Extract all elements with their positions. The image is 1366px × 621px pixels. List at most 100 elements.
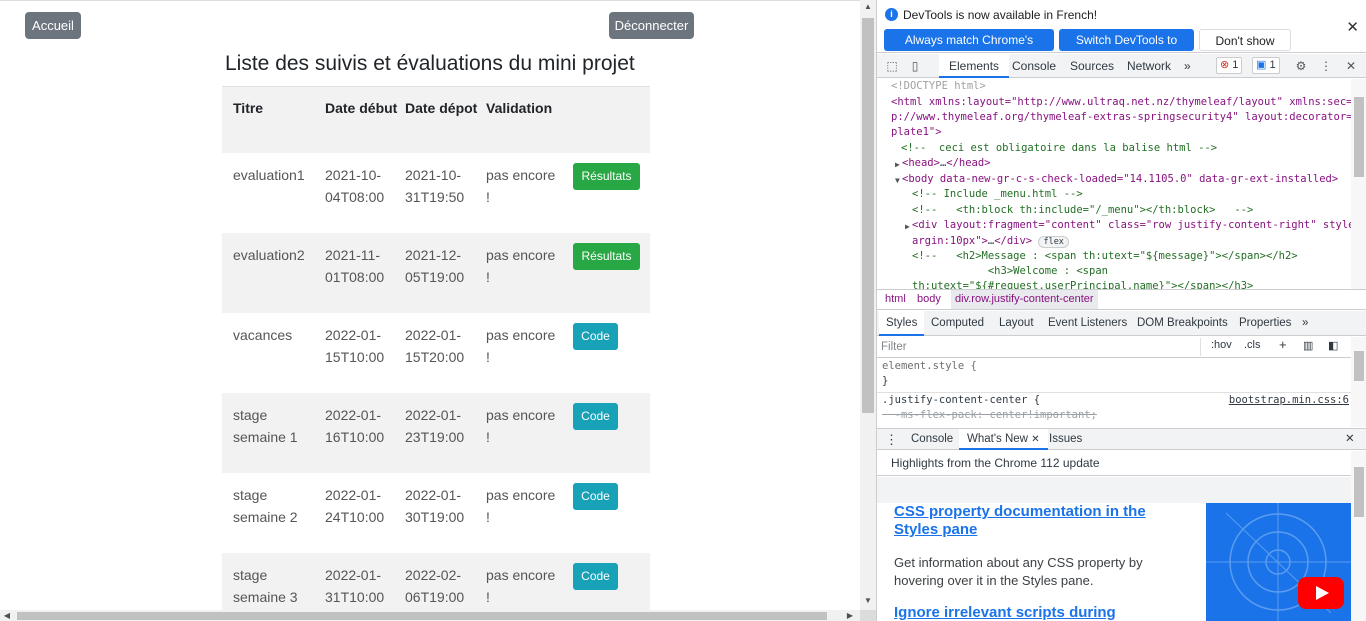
gear-icon[interactable]: ⚙ — [1293, 58, 1309, 74]
device-toolbar-icon[interactable]: ▯ — [907, 58, 923, 74]
whats-new-link[interactable]: CSS property documentation in the Styles… — [894, 503, 1174, 539]
dom-comment[interactable]: <!-- <th:block th:include="/_menu"></th:… — [912, 203, 1253, 219]
scroll-up-arrow-icon[interactable]: ▲ — [860, 0, 876, 14]
scroll-right-arrow-icon[interactable]: ▶ — [843, 610, 857, 621]
drawer-tab-issues[interactable]: Issues — [1049, 429, 1082, 450]
dom-line[interactable]: <head>…</head> — [902, 156, 991, 172]
video-thumbnail[interactable] — [1206, 503, 1351, 621]
whats-new-heading: Highlights from the Chrome 112 update — [877, 451, 1351, 476]
style-rule-line[interactable]: } — [882, 374, 888, 389]
dom-line[interactable]: <html xmlns:layout="http://www.ultraq.ne… — [891, 95, 1351, 111]
kebab-menu-icon[interactable]: ⋮ — [1318, 58, 1334, 74]
dom-tree[interactable]: <!DOCTYPE html> <html xmlns:layout="http… — [877, 79, 1351, 289]
scrollbar-thumb[interactable] — [862, 18, 874, 413]
dom-comment[interactable]: th:utext="${#request.userPrincipal.name}… — [912, 279, 1253, 289]
collapse-triangle-icon[interactable]: ▼ — [895, 173, 900, 189]
tab-styles[interactable]: Styles — [879, 311, 925, 336]
dom-scrollbar[interactable] — [1351, 79, 1366, 289]
tab-elements[interactable]: Elements — [939, 54, 1010, 78]
dom-line[interactable]: <!DOCTYPE html> — [891, 79, 986, 95]
whats-new-scrollbar[interactable] — [1351, 451, 1366, 621]
dom-line[interactable]: p://www.thymeleaf.org/thymeleaf-extras-s… — [891, 110, 1351, 126]
row-title: stage semaine 2 — [233, 487, 298, 525]
flex-badge[interactable]: flex — [1038, 236, 1069, 248]
screen: Accueil Déconnecter Liste des suivis et … — [0, 0, 1366, 621]
close-devtools-icon[interactable]: ✕ — [1343, 58, 1359, 74]
dom-line[interactable]: <div layout:fragment="content" class="ro… — [912, 218, 1351, 234]
play-button-icon[interactable] — [1298, 577, 1344, 609]
dom-comment[interactable]: <h3>Welcome : <span — [912, 264, 1108, 280]
dom-line[interactable]: plate1"> — [891, 125, 942, 141]
scrollbar-thumb[interactable] — [1354, 351, 1364, 381]
tab-properties[interactable]: Properties — [1239, 311, 1291, 336]
code-button[interactable]: Code — [573, 323, 618, 350]
breadcrumb-div[interactable]: div.row.justify-content-center — [951, 290, 1098, 309]
results-button[interactable]: Résultats — [573, 243, 640, 270]
dom-line[interactable]: <body data-new-gr-c-s-check-loaded="14.1… — [902, 172, 1338, 188]
more-subtabs-icon[interactable]: » — [1302, 311, 1308, 336]
dom-comment[interactable]: <!-- <h2>Message : <span th:utext="${mes… — [912, 249, 1298, 265]
head-close-tag: </head> — [946, 157, 991, 169]
scrollbar-thumb[interactable] — [1354, 97, 1364, 177]
tab-layout[interactable]: Layout — [999, 311, 1034, 336]
scroll-down-arrow-icon[interactable]: ▼ — [860, 594, 876, 608]
code-button[interactable]: Code — [573, 483, 618, 510]
drawer-tab-whats-new[interactable]: What's New ✕ — [959, 429, 1048, 450]
tab-network[interactable]: Network — [1127, 54, 1171, 78]
drawer-tab-console[interactable]: Console — [911, 429, 953, 450]
drawer-menu-icon[interactable]: ⋮ — [885, 429, 898, 450]
paint-icon[interactable]: ▥ — [1303, 339, 1313, 352]
style-rule-line[interactable]: .justify-content-center { — [882, 393, 1040, 408]
web-page: Accueil Déconnecter Liste des suivis et … — [0, 0, 860, 610]
language-infobar: i DevTools is now available in French! ✕… — [877, 0, 1366, 70]
results-button[interactable]: Résultats — [573, 163, 640, 190]
page-vertical-scrollbar[interactable]: ▲ ▼ — [860, 0, 876, 610]
style-rule-line[interactable]: element.style { — [882, 359, 977, 374]
style-rule-line[interactable]: -ms-flex-pack: center!important; — [882, 408, 1097, 423]
styles-scrollbar[interactable] — [1351, 337, 1366, 427]
inspect-element-icon[interactable]: ⬚ — [884, 58, 900, 74]
expand-triangle-icon[interactable]: ▶ — [895, 157, 900, 173]
tab-event-listeners[interactable]: Event Listeners — [1048, 311, 1127, 336]
row-start-date: 2022-01-16T10:00 — [325, 407, 385, 445]
styles-filter-input[interactable]: Filter — [881, 338, 1201, 356]
scrollbar-thumb[interactable] — [1354, 467, 1364, 517]
row-end-date: 2022-02-06T19:00 — [405, 567, 465, 605]
breadcrumb-body[interactable]: body — [917, 290, 941, 309]
row-start-date: 2021-10-04T08:00 — [325, 167, 385, 205]
row-title: stage semaine 1 — [233, 407, 298, 445]
sidebar-toggle-icon[interactable]: ◧ — [1328, 339, 1338, 352]
scroll-left-arrow-icon[interactable]: ◀ — [0, 610, 14, 621]
dom-comment[interactable]: <!-- Include _menu.html --> — [912, 187, 1083, 203]
close-drawer-icon[interactable]: ✕ — [1345, 429, 1355, 450]
tab-console[interactable]: Console — [1012, 54, 1056, 78]
match-language-button[interactable]: Always match Chrome's language — [884, 29, 1054, 69]
tab-computed[interactable]: Computed — [931, 311, 984, 336]
switch-french-button[interactable]: Switch DevTools to French — [1059, 29, 1194, 69]
expand-triangle-icon[interactable]: ▶ — [905, 219, 910, 235]
drawer-tab-label: What's New — [967, 433, 1028, 445]
more-tabs-icon[interactable]: » — [1184, 54, 1191, 78]
errors-badge[interactable]: ⊗ 1 — [1216, 57, 1243, 74]
code-button[interactable]: Code — [573, 563, 618, 590]
breadcrumb-html[interactable]: html — [885, 290, 906, 309]
logout-button[interactable]: Déconnecter — [609, 12, 694, 39]
messages-badge[interactable]: ▣ 1 — [1252, 57, 1280, 74]
hov-toggle[interactable]: :hov — [1211, 339, 1232, 351]
cls-toggle[interactable]: .cls — [1244, 339, 1261, 351]
error-icon: ⊗ — [1220, 59, 1230, 71]
whats-new-link[interactable]: Ignore irrelevant scripts during — [894, 604, 1174, 621]
dom-comment[interactable]: <!-- ceci est obligatoire dans la balise… — [901, 141, 1217, 157]
scrollbar-thumb[interactable] — [17, 612, 827, 620]
new-style-rule-icon[interactable]: + — [1279, 337, 1287, 352]
close-icon[interactable]: ✕ — [1346, 18, 1359, 36]
stylesheet-link[interactable]: bootstrap.min.css:6 — [1229, 393, 1349, 408]
code-button[interactable]: Code — [573, 403, 618, 430]
tab-dom-breakpoints[interactable]: DOM Breakpoints — [1137, 311, 1228, 336]
home-button[interactable]: Accueil — [25, 12, 81, 39]
tab-sources[interactable]: Sources — [1070, 54, 1114, 78]
head-tag: <head> — [902, 157, 940, 169]
close-tab-icon[interactable]: ✕ — [1031, 434, 1039, 445]
page-horizontal-scrollbar[interactable]: ◀ ▶ — [0, 610, 860, 621]
dont-show-again-button[interactable]: Don't show again — [1199, 29, 1291, 70]
